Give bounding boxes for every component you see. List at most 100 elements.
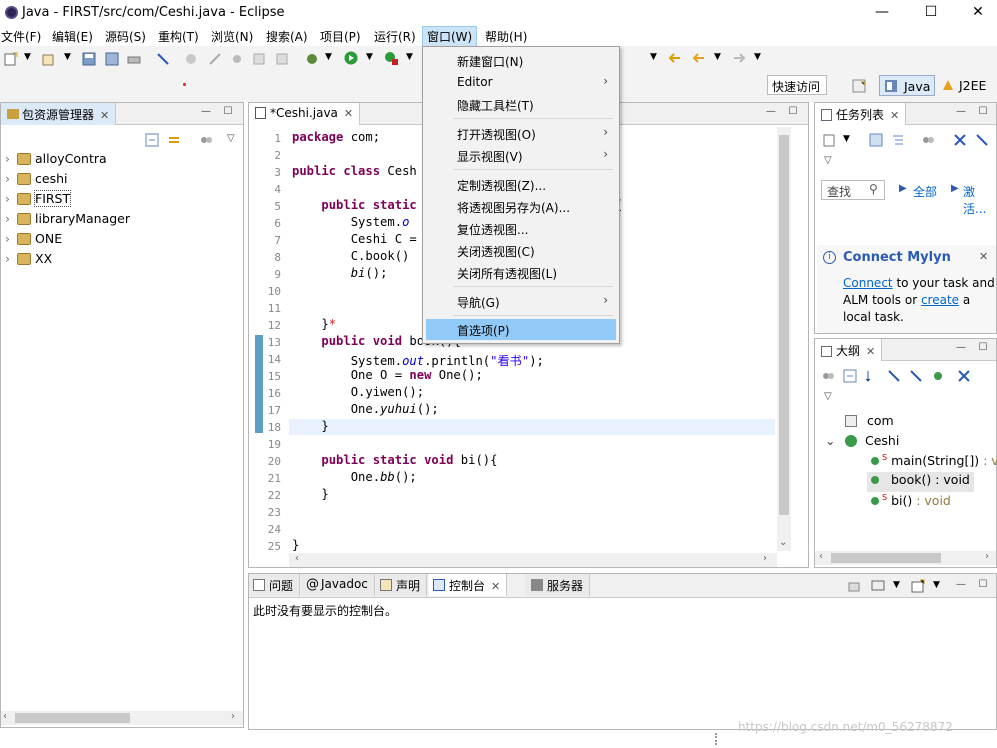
chevron-right-icon[interactable]: ›: [5, 211, 17, 226]
open-perspective-icon[interactable]: [852, 79, 866, 93]
outline-method-bi[interactable]: S bi() : void: [871, 493, 951, 513]
code-line[interactable]: One O = new One();: [292, 368, 483, 385]
menu-help[interactable]: 帮助(H): [485, 28, 527, 45]
chevron-right-icon[interactable]: ›: [5, 231, 17, 246]
sort-icon[interactable]: [865, 369, 879, 383]
view-menu-icon[interactable]: ▽: [824, 155, 832, 166]
code-line[interactable]: Ceshi C =: [292, 232, 417, 249]
display-console-icon[interactable]: [871, 579, 885, 593]
minimize-button[interactable]: —: [872, 4, 892, 20]
code-line[interactable]: public class Cesh: [292, 164, 417, 181]
tab-package-explorer[interactable]: 包资源管理器 ✕: [1, 103, 117, 125]
link-editor-icon[interactable]: [167, 133, 181, 147]
menu-item-editor[interactable]: Editor ›: [426, 72, 616, 93]
code-line[interactable]: O.yiwen();: [292, 385, 424, 402]
chevron-down-icon[interactable]: ▼: [64, 52, 71, 62]
outline-package[interactable]: com: [845, 413, 894, 433]
skip-breakpoints-icon[interactable]: [156, 52, 170, 66]
quick-access-field[interactable]: 快速访问: [767, 75, 827, 95]
chevron-down-icon[interactable]: ▼: [650, 52, 657, 62]
last-edit-icon[interactable]: [668, 51, 682, 65]
tab-outline[interactable]: 大纲 ✕: [815, 339, 883, 361]
menu-refactor[interactable]: 重构(T): [158, 28, 199, 45]
vertical-scrollbar[interactable]: ⌄: [777, 127, 791, 551]
tab-ceshi-java[interactable]: *Ceshi.java ✕: [249, 103, 361, 125]
menu-item-navigation[interactable]: 导航(G) ›: [426, 291, 616, 312]
scroll-thumb[interactable]: [831, 553, 941, 563]
chevron-down-icon[interactable]: ▼: [406, 52, 413, 62]
menu-navigate[interactable]: 浏览(N): [211, 28, 253, 45]
chevron-right-icon[interactable]: ›: [5, 191, 17, 206]
menu-item-close-all-perspectives[interactable]: 关闭所有透视图(L): [426, 262, 616, 283]
tree-item-xx[interactable]: › XX: [5, 251, 52, 271]
menu-project[interactable]: 项目(P): [320, 28, 361, 45]
chevron-right-icon[interactable]: ›: [5, 251, 17, 266]
menu-run[interactable]: 运行(R): [374, 28, 416, 45]
close-icon[interactable]: ✕: [344, 107, 353, 120]
menu-item-show-view[interactable]: 显示视图(V) ›: [426, 145, 616, 166]
chevron-down-icon[interactable]: ▼: [366, 52, 373, 62]
categorized-icon[interactable]: [869, 133, 883, 147]
code-line[interactable]: bi();: [292, 266, 388, 283]
run-external-icon[interactable]: [384, 51, 398, 65]
perspective-j2ee-button[interactable]: J2EE: [939, 75, 995, 96]
chevron-down-icon[interactable]: ▼: [933, 580, 940, 590]
horizontal-scrollbar[interactable]: ‹ ›: [815, 551, 996, 565]
create-link[interactable]: create: [921, 293, 959, 307]
focus-icon[interactable]: [975, 133, 989, 147]
minimize-icon[interactable]: —: [765, 107, 777, 119]
filter-icon[interactable]: [199, 133, 213, 147]
outline-class[interactable]: ⌄ Ceshi: [825, 433, 899, 453]
perspective-java-button[interactable]: Java: [879, 75, 935, 96]
open-console-icon[interactable]: [911, 579, 925, 593]
chevron-down-icon[interactable]: ▼: [325, 52, 332, 62]
scroll-right-icon[interactable]: ›: [763, 553, 767, 564]
pin-console-icon[interactable]: [847, 579, 861, 593]
chevron-down-icon[interactable]: ▼: [893, 580, 900, 590]
minimize-icon[interactable]: —: [955, 580, 967, 592]
tool-icon[interactable]: [252, 52, 266, 66]
menu-window[interactable]: 窗口(W): [422, 26, 478, 47]
collapse-all-icon[interactable]: [145, 133, 159, 147]
chevron-down-icon[interactable]: ▼: [843, 134, 850, 144]
filter-icon[interactable]: [821, 369, 835, 383]
chevron-down-icon[interactable]: ▼: [24, 52, 31, 62]
tree-item-ceshi[interactable]: › ceshi: [5, 171, 67, 191]
minimize-icon[interactable]: —: [955, 107, 967, 119]
scroll-thumb[interactable]: [15, 713, 130, 723]
menu-source[interactable]: 源码(S): [105, 28, 146, 45]
debug-icon[interactable]: [305, 52, 319, 66]
code-line[interactable]: package com;: [292, 130, 380, 147]
tab-servers[interactable]: 服务器: [525, 574, 591, 596]
filter-icon[interactable]: [921, 133, 935, 147]
forward-icon[interactable]: [732, 51, 746, 65]
chevron-right-icon[interactable]: ›: [5, 151, 17, 166]
hide-nonpublic-icon[interactable]: [931, 369, 945, 383]
tree-item-librarymanager[interactable]: › libraryManager: [5, 211, 130, 231]
view-menu-icon[interactable]: ▽: [227, 133, 235, 144]
maximize-icon[interactable]: ☐: [222, 107, 234, 119]
code-line[interactable]: public static void bi(){: [292, 453, 497, 470]
code-line[interactable]: System.o: [292, 215, 410, 232]
chevron-down-icon[interactable]: ⌄: [825, 433, 837, 448]
menu-search[interactable]: 搜索(A): [266, 28, 308, 45]
outline-method-book[interactable]: book() : void: [867, 472, 974, 492]
minimize-icon[interactable]: —: [955, 343, 967, 355]
new-java-icon[interactable]: [42, 52, 56, 66]
save-icon[interactable]: [82, 52, 96, 66]
menu-item-customize-perspective[interactable]: 定制透视图(Z)...: [426, 174, 616, 195]
menu-item-save-perspective-as[interactable]: 将透视图另存为(A)...: [426, 196, 616, 217]
tab-javadoc[interactable]: @ Javadoc: [301, 574, 375, 596]
scroll-right-icon[interactable]: ›: [985, 551, 989, 562]
collapse-all-icon[interactable]: [843, 369, 857, 383]
scheduled-icon[interactable]: [891, 133, 905, 147]
run-icon[interactable]: [344, 51, 358, 65]
hide-fields-icon[interactable]: [887, 369, 901, 383]
menu-item-preferences[interactable]: 首选项(P): [426, 319, 616, 340]
hide-static-icon[interactable]: [909, 369, 923, 383]
menu-item-reset-perspective[interactable]: 复位透视图...: [426, 218, 616, 239]
chevron-down-icon[interactable]: ▼: [754, 52, 761, 62]
sync-icon[interactable]: [953, 133, 967, 147]
chevron-down-icon[interactable]: ▼: [714, 52, 721, 62]
maximize-icon[interactable]: ☐: [977, 580, 989, 592]
